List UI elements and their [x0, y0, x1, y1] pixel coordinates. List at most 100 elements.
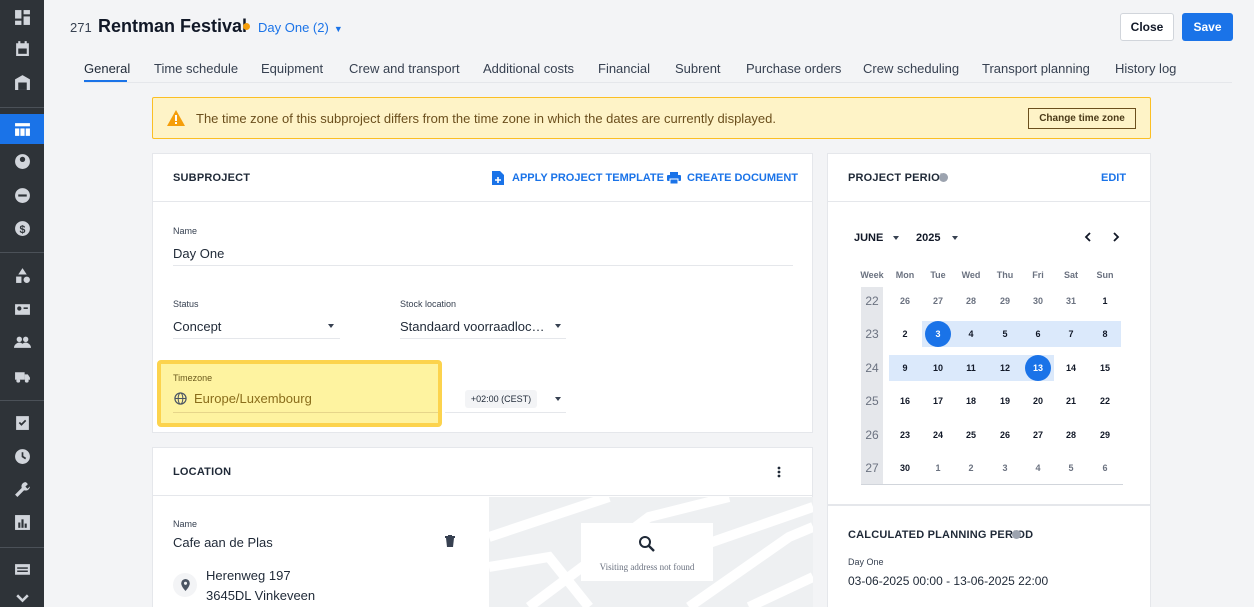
- crew-card-icon[interactable]: [0, 294, 44, 324]
- calendar-day[interactable]: 7: [1058, 321, 1084, 347]
- calendar-day[interactable]: 28: [1058, 422, 1084, 448]
- info-icon[interactable]: [1012, 530, 1021, 539]
- calendar-day[interactable]: 29: [1092, 422, 1118, 448]
- calendar-day[interactable]: 24: [925, 422, 951, 448]
- calendar-day[interactable]: 15: [1092, 355, 1118, 381]
- calendar-day[interactable]: 23: [892, 422, 918, 448]
- timezone-field[interactable]: Timezone Europe/Luxembourg: [157, 360, 442, 427]
- calendar-day[interactable]: 5: [992, 321, 1018, 347]
- calendar-day[interactable]: 30: [892, 455, 918, 481]
- info-icon[interactable]: [939, 173, 948, 182]
- calendar-day[interactable]: 6: [1025, 321, 1051, 347]
- tab-purchase-orders[interactable]: Purchase orders: [746, 61, 841, 76]
- calendar-icon[interactable]: [0, 33, 44, 63]
- tab-history-log[interactable]: History log: [1115, 61, 1176, 76]
- calendar-day[interactable]: 20: [1025, 388, 1051, 414]
- requests-icon[interactable]: [0, 180, 44, 210]
- save-button[interactable]: Save: [1182, 13, 1233, 41]
- create-document-link[interactable]: CREATE DOCUMENT: [687, 172, 798, 184]
- month-select[interactable]: JUNE: [854, 232, 883, 244]
- calendar-day[interactable]: 26: [892, 288, 918, 314]
- calendar-day[interactable]: 14: [1058, 355, 1084, 381]
- wrench-icon[interactable]: [0, 474, 44, 504]
- calendar-day[interactable]: 21: [1058, 388, 1084, 414]
- tab-crew-scheduling[interactable]: Crew scheduling: [863, 61, 959, 76]
- dashboard-icon[interactable]: [0, 2, 44, 32]
- calendar-day[interactable]: 22: [1092, 388, 1118, 414]
- planning-value: 03-06-2025 00:00 - 13-06-2025 22:00: [848, 574, 1049, 588]
- tab-financial[interactable]: Financial: [598, 61, 650, 76]
- crew-icon[interactable]: [0, 327, 44, 357]
- equipment-icon[interactable]: [0, 260, 44, 290]
- offset-caret-icon[interactable]: [555, 397, 561, 401]
- calendar-day[interactable]: 8: [1092, 321, 1118, 347]
- prev-month-icon[interactable]: [1084, 232, 1092, 242]
- reports-icon[interactable]: [0, 507, 44, 537]
- close-button[interactable]: Close: [1120, 13, 1174, 41]
- calendar-day[interactable]: 4: [958, 321, 984, 347]
- calendar-day[interactable]: 27: [925, 288, 951, 314]
- calendar-day[interactable]: 18: [958, 388, 984, 414]
- calendar-day[interactable]: 9: [892, 355, 918, 381]
- calendar-day[interactable]: 1: [1092, 288, 1118, 314]
- print-icon: [667, 172, 681, 184]
- weekday-header: Wed: [961, 270, 981, 280]
- calendar-day[interactable]: 27: [1025, 422, 1051, 448]
- stock-location-label: Stock location: [400, 299, 457, 309]
- calendar-day[interactable]: 12: [992, 355, 1018, 381]
- calendar-day[interactable]: 29: [992, 288, 1018, 314]
- calendar-day[interactable]: 13: [1025, 354, 1051, 381]
- calendar-day[interactable]: 2: [892, 321, 918, 347]
- weekday-header: Tue: [930, 270, 946, 280]
- stock-location-select[interactable]: Standaard voorraadloc…: [400, 319, 545, 334]
- calendar-day[interactable]: 3: [992, 455, 1018, 481]
- status-select[interactable]: Concept: [173, 319, 221, 334]
- calendar-day[interactable]: 10: [925, 355, 951, 381]
- tab-subrent[interactable]: Subrent: [675, 61, 721, 76]
- finance-icon[interactable]: $: [0, 213, 44, 243]
- contacts-icon[interactable]: [0, 146, 44, 176]
- subproject-card-header: SUBPROJECT APPLY PROJECT TEMPLATE CREATE…: [153, 154, 812, 202]
- calendar-day[interactable]: 17: [925, 388, 951, 414]
- status-label: Status: [173, 299, 199, 309]
- calendar-day[interactable]: 4: [1025, 455, 1051, 481]
- timezone-value: Europe/Luxembourg: [194, 391, 312, 406]
- calendar-day[interactable]: 2: [958, 455, 984, 481]
- calendar-day[interactable]: 26: [992, 422, 1018, 448]
- warehouse-icon[interactable]: [0, 67, 44, 97]
- edit-period-link[interactable]: EDIT: [1101, 172, 1126, 184]
- more-vertical-icon[interactable]: [776, 465, 782, 479]
- location-map[interactable]: Visiting address not found: [489, 497, 813, 607]
- stock-caret-icon: [555, 324, 561, 328]
- clipboard-icon[interactable]: [0, 407, 44, 437]
- change-time-zone-button[interactable]: Change time zone: [1028, 108, 1136, 129]
- svg-text:$: $: [19, 223, 25, 235]
- tab-crew-and-transport[interactable]: Crew and transport: [349, 61, 460, 76]
- calendar-day[interactable]: 28: [958, 288, 984, 314]
- tab-transport-planning[interactable]: Transport planning: [982, 61, 1090, 76]
- calendar-day[interactable]: 19: [992, 388, 1018, 414]
- tab-general[interactable]: General: [84, 61, 130, 76]
- name-field[interactable]: Day One: [173, 246, 224, 261]
- tab-additional-costs[interactable]: Additional costs: [483, 61, 574, 76]
- calendar-day[interactable]: 5: [1058, 455, 1084, 481]
- calendar-day[interactable]: 31: [1058, 288, 1084, 314]
- apply-project-template-link[interactable]: APPLY PROJECT TEMPLATE: [512, 172, 664, 184]
- calendar-day[interactable]: 11: [958, 355, 984, 381]
- calendar-day[interactable]: 16: [892, 388, 918, 414]
- next-month-icon[interactable]: [1112, 232, 1120, 242]
- subproject-selector[interactable]: Day One (2) ▼: [258, 20, 343, 35]
- clock-icon[interactable]: [0, 441, 44, 471]
- calendar-day[interactable]: 1: [925, 455, 951, 481]
- tab-equipment[interactable]: Equipment: [261, 61, 323, 76]
- messages-icon[interactable]: [0, 555, 44, 585]
- truck-icon[interactable]: [0, 361, 44, 391]
- calendar-day[interactable]: 25: [958, 422, 984, 448]
- expand-chevron-icon[interactable]: [0, 583, 44, 607]
- tab-time-schedule[interactable]: Time schedule: [154, 61, 238, 76]
- calendar-day[interactable]: 30: [1025, 288, 1051, 314]
- calendar-day[interactable]: 6: [1092, 455, 1118, 481]
- projects-icon[interactable]: [0, 114, 44, 144]
- year-select[interactable]: 2025: [916, 232, 940, 244]
- trash-icon[interactable]: [445, 535, 455, 547]
